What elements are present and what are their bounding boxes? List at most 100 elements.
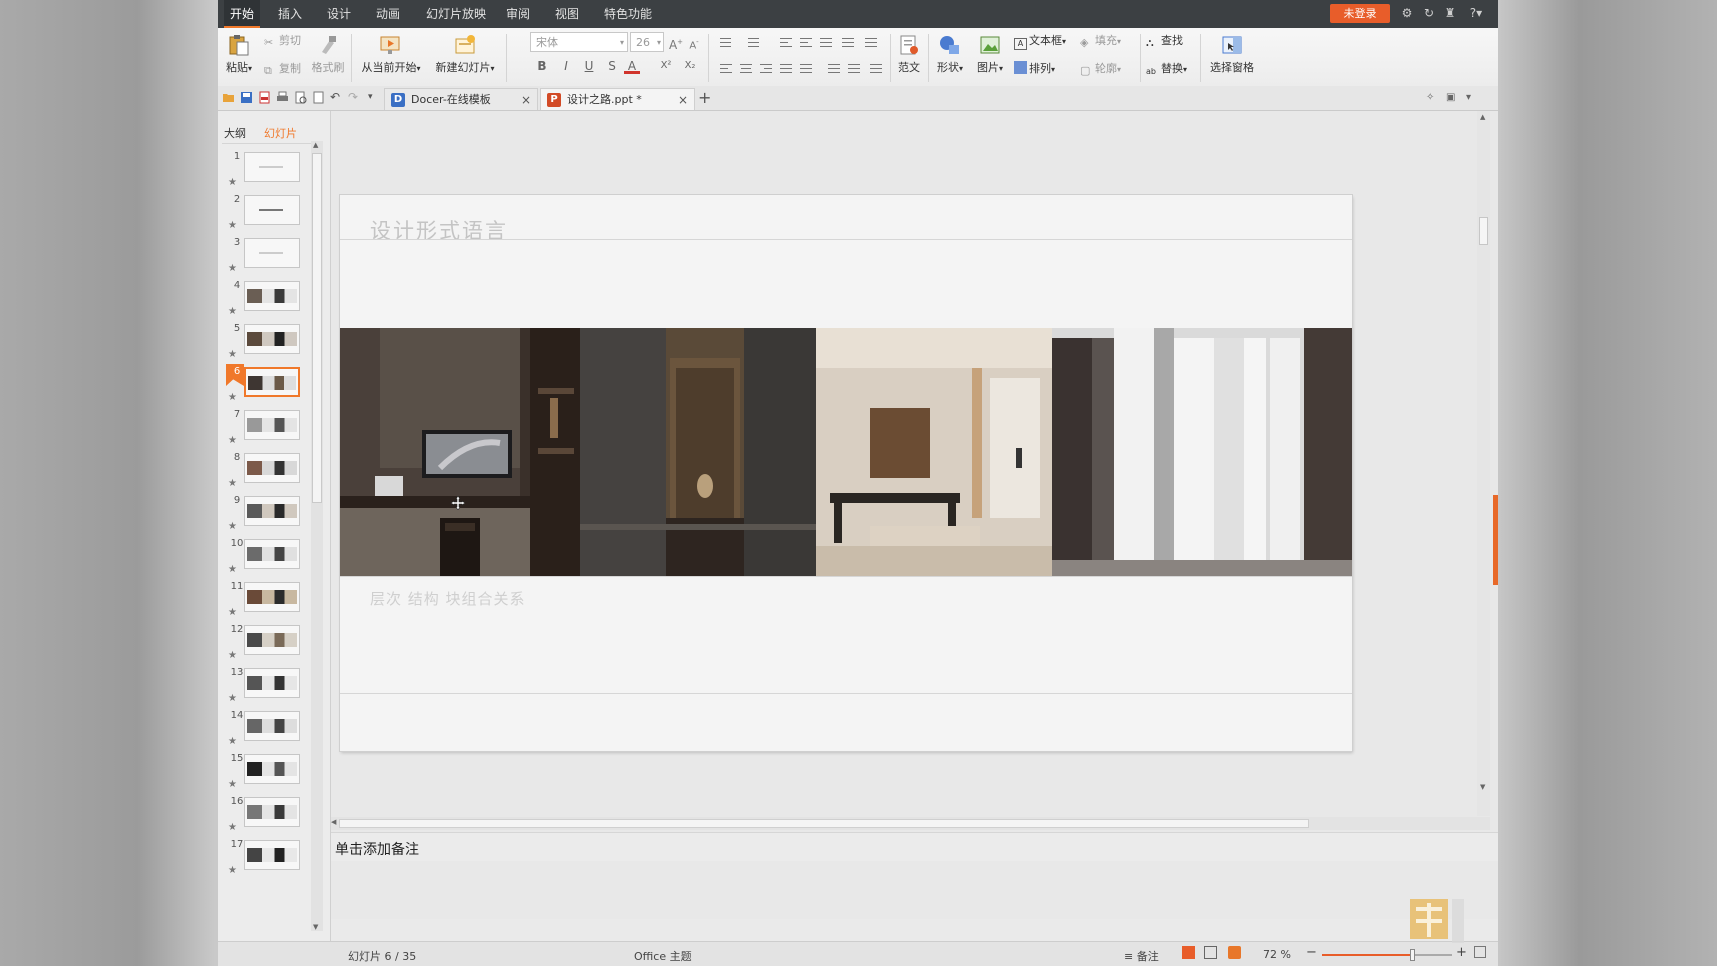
slide-thumbnail-item[interactable]: 15 ★ (218, 753, 318, 799)
menu-home[interactable]: 开始 (224, 0, 261, 28)
animation-star-icon[interactable]: ★ (228, 478, 237, 489)
font-color-button[interactable]: A (624, 58, 640, 74)
undo-icon[interactable]: ↶ (330, 91, 343, 104)
superscript-button[interactable]: X² (656, 58, 676, 74)
paste-button[interactable]: 粘贴▾ (222, 30, 256, 75)
outline-button[interactable]: ▢ 轮廓▾ (1080, 60, 1121, 78)
subscript-button[interactable]: X₂ (680, 58, 700, 74)
format-painter-button[interactable]: 格式刷 (310, 30, 346, 75)
slide-thumbnail-item[interactable]: 17 ★ (218, 839, 318, 885)
slide-thumbnail-item[interactable]: 11 ★ (218, 581, 318, 627)
slide-thumbnail-item[interactable]: 5 ★ (218, 323, 318, 369)
new-slide-button[interactable]: 新建幻灯片▾ (430, 30, 500, 75)
slide-subtitle[interactable]: 层次 结构 块组合关系 (370, 588, 526, 609)
restore-icon[interactable]: ▣ (1446, 91, 1459, 104)
slide-thumbnail-image[interactable] (244, 324, 300, 354)
animation-star-icon[interactable]: ★ (228, 736, 237, 747)
zoom-in-icon[interactable]: + (1456, 945, 1467, 960)
slide-thumbnail-item[interactable]: 8 ★ (218, 452, 318, 498)
slide-vertical-scrollbar[interactable]: ▲ ▼ (1477, 111, 1490, 816)
sorter-view-icon[interactable] (1204, 946, 1217, 959)
para-spacing-after-button[interactable] (846, 62, 862, 76)
menu-slideshow[interactable]: 幻灯片放映 (420, 0, 492, 28)
selection-pane-button[interactable]: 选择窗格 (1204, 30, 1260, 75)
slide-thumbnail-image[interactable] (244, 754, 300, 784)
slide-thumbnail-item[interactable]: 6 ★ (218, 364, 318, 412)
picture-button[interactable]: 图片▾ (972, 30, 1008, 75)
numbering-button[interactable] (746, 36, 762, 50)
slide-thumbnail-item[interactable]: 13 ★ (218, 667, 318, 713)
open-folder-icon[interactable] (222, 91, 235, 104)
replace-button[interactable]: ab 替换▾ (1146, 60, 1187, 78)
bullets-button[interactable] (718, 36, 734, 50)
animation-star-icon[interactable]: ★ (228, 435, 237, 446)
textbox-button[interactable]: A 文本框▾ (1014, 32, 1066, 50)
paragraph-settings-button[interactable] (868, 62, 884, 76)
slide-thumbnail-item[interactable]: 7 ★ (218, 409, 318, 455)
zoom-out-icon[interactable]: − (1306, 945, 1317, 960)
scrollbar-thumb[interactable] (1479, 217, 1488, 245)
window-menu-icon[interactable]: ▾ (1466, 91, 1479, 104)
help-icon[interactable]: ?▾ (1466, 6, 1486, 20)
print-preview-icon[interactable] (294, 91, 307, 104)
customize-toolbar-icon[interactable]: ▾ (368, 91, 381, 104)
para-spacing-button[interactable] (826, 62, 842, 76)
notes-pane[interactable]: 单击添加备注 (331, 832, 1498, 861)
slide-thumbnail-image[interactable] (244, 496, 300, 526)
export-pdf-icon[interactable] (258, 91, 271, 104)
interior-photo-strip[interactable] (340, 328, 1352, 576)
copy-button[interactable]: ⧉ 复制 (264, 60, 301, 78)
scrollbar-thumb[interactable] (339, 819, 1309, 828)
animation-star-icon[interactable]: ★ (228, 349, 237, 360)
slide-thumbnail-image[interactable] (244, 625, 300, 655)
slide-thumbnail-item[interactable]: 16 ★ (218, 796, 318, 842)
slide-thumbnail-item[interactable]: 4 ★ (218, 280, 318, 326)
menu-animation[interactable]: 动画 (370, 0, 406, 28)
slide-thumbnail-image[interactable] (244, 582, 300, 612)
shape-button[interactable]: 形状▾ (932, 30, 968, 75)
slide-thumbnail-item[interactable]: 14 ★ (218, 710, 318, 756)
slide-thumbnail-image[interactable] (244, 195, 300, 225)
close-icon[interactable]: × (678, 89, 688, 111)
animation-star-icon[interactable]: ★ (228, 521, 237, 532)
menu-design[interactable]: 设计 (321, 0, 357, 28)
animation-star-icon[interactable]: ★ (228, 865, 237, 876)
columns-button[interactable] (818, 36, 834, 50)
slide-thumbnail-image[interactable] (244, 539, 300, 569)
slide-thumbnail-item[interactable]: 12 ★ (218, 624, 318, 670)
template-button[interactable]: 范文 (894, 30, 924, 75)
slide-thumbnail-image[interactable] (244, 281, 300, 311)
animation-star-icon[interactable]: ★ (228, 693, 237, 704)
slide-thumbnail-image[interactable] (244, 711, 300, 741)
print-icon[interactable] (276, 91, 289, 104)
menu-insert[interactable]: 插入 (272, 0, 308, 28)
grow-font-button[interactable]: A+ (668, 34, 684, 52)
distribute-button[interactable] (798, 62, 814, 76)
sync-icon[interactable]: ↻ (1422, 6, 1436, 20)
slide-thumbnail-image[interactable] (244, 238, 300, 268)
page-setup-icon[interactable] (312, 91, 325, 104)
decrease-indent-button[interactable] (778, 36, 794, 50)
animation-star-icon[interactable]: ★ (228, 392, 237, 403)
scrollbar-thumb[interactable] (312, 153, 322, 503)
slide-thumbnail-item[interactable]: 3 ★ (218, 237, 318, 283)
increase-indent-button[interactable] (798, 36, 814, 50)
align-center-button[interactable] (738, 62, 754, 76)
menu-review[interactable]: 审阅 (500, 0, 536, 28)
bold-button[interactable]: B (534, 58, 550, 74)
shadow-button[interactable]: S (604, 58, 620, 74)
animation-star-icon[interactable]: ★ (228, 220, 237, 231)
slideshow-view-icon[interactable] (1228, 946, 1241, 959)
shrink-font-button[interactable]: A- (686, 34, 702, 51)
text-direction-button[interactable] (863, 36, 879, 50)
menu-special-features[interactable]: 特色功能 (598, 0, 658, 28)
slide-thumbnail-image[interactable] (244, 840, 300, 870)
font-size-select[interactable]: 26 ▾ (630, 32, 664, 52)
slide-thumbnail-image[interactable] (244, 453, 300, 483)
save-icon[interactable] (240, 91, 253, 104)
animation-star-icon[interactable]: ★ (228, 177, 237, 188)
skin-icon[interactable]: ♜ (1443, 6, 1457, 20)
animation-star-icon[interactable]: ★ (228, 822, 237, 833)
arrange-button[interactable]: 排列▾ (1014, 60, 1055, 78)
slide-thumbnail-item[interactable]: 9 ★ (218, 495, 318, 541)
